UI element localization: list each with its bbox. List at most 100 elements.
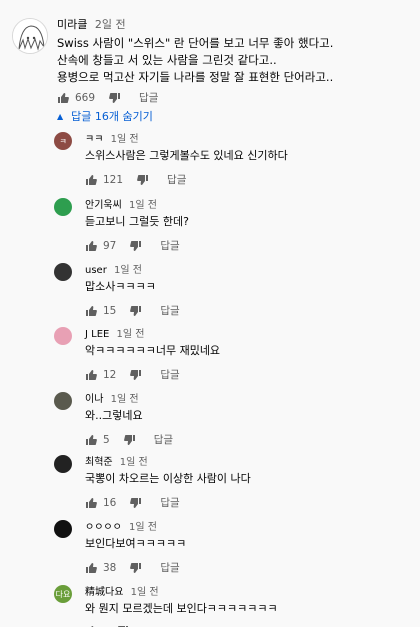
reply-header: ㅇㅇㅇㅇ 1일 전: [85, 518, 157, 533]
reply-actions: 121 답글: [85, 172, 186, 187]
like-count: 121: [103, 173, 124, 186]
reply-time[interactable]: 1일 전: [120, 457, 148, 468]
thumbs-up-icon[interactable]: [85, 497, 97, 509]
reply-time[interactable]: 1일 전: [114, 265, 142, 276]
reply-time[interactable]: 1일 전: [129, 200, 157, 211]
reply-header: user 1일 전: [85, 261, 142, 276]
like-count: 12: [103, 368, 117, 381]
thumbs-up-icon[interactable]: [85, 562, 97, 574]
reply-text: 듣고보니 그럴듯 한데?: [85, 215, 189, 228]
reply-header: J LEE 1일 전: [85, 325, 144, 340]
thumbs-down-icon[interactable]: [130, 562, 142, 574]
reply-avatar[interactable]: ㅋ: [54, 132, 72, 150]
thumbs-down-icon[interactable]: [137, 174, 149, 186]
comment-body: Swiss 사람이 "스위스" 란 단어를 보고 너무 좋아 했다고. 산속에 …: [57, 35, 333, 86]
thumbs-up-icon[interactable]: [85, 434, 97, 446]
reply-text: 국뽕이 차오르는 이상한 사람이 나다: [85, 472, 251, 485]
like-count: 5: [103, 433, 110, 446]
reply-header: 안기욱씨 1일 전: [85, 196, 157, 211]
reply-item: ㅋ ㅋㅋ 1일 전 스위스사람은 그렇게볼수도 있네요 신기하다 121 답글: [0, 128, 420, 194]
like-count: 16: [103, 496, 117, 509]
thumbs-up-icon[interactable]: [85, 174, 97, 186]
like-count: 669: [75, 91, 96, 104]
avatar-initials: 다요: [55, 589, 71, 599]
reply-button[interactable]: 답글: [160, 367, 179, 382]
thumbs-up-icon[interactable]: [85, 305, 97, 317]
reply-avatar[interactable]: [54, 327, 72, 345]
reply-time[interactable]: 1일 전: [131, 587, 159, 598]
caret-up-icon: ▲: [57, 111, 64, 121]
hide-replies-toggle[interactable]: ▲ 답글 16개 숨기기: [57, 108, 153, 124]
reply-item: ㅇㅇㅇㅇ 1일 전 보인다보여ㅋㅋㅋㅋㅋ 38 답글: [0, 516, 420, 582]
thumbs-up-icon[interactable]: [85, 240, 97, 252]
comment-header: 미라클 2일 전: [57, 16, 126, 32]
reply-actions: 97 답글: [85, 238, 180, 253]
reply-text: 보인다보여ㅋㅋㅋㅋㅋ: [85, 537, 187, 550]
reply-button[interactable]: 답글: [154, 432, 173, 447]
thumbs-down-icon[interactable]: [109, 92, 121, 104]
commenter-avatar[interactable]: [12, 18, 48, 54]
reply-button[interactable]: 답글: [160, 495, 179, 510]
reply-avatar[interactable]: [54, 520, 72, 538]
reply-text: 와 뭔지 모르겠는데 보인다ㅋㅋㅋㅋㅋㅋㅋ: [85, 602, 278, 615]
reply-header: 이나 1일 전: [85, 390, 139, 405]
comment-author[interactable]: 미라클: [57, 18, 87, 31]
hide-replies-label: 답글 16개 숨기기: [71, 110, 153, 123]
reply-author[interactable]: J LEE: [85, 329, 109, 340]
reply-item: 안기욱씨 1일 전 듣고보니 그럴듯 한데? 97 답글: [0, 194, 420, 260]
avatar-initials: ㅋ: [59, 136, 67, 146]
reply-button[interactable]: 답글: [139, 90, 158, 105]
reply-button[interactable]: 답글: [160, 303, 179, 318]
reply-author[interactable]: ㅋㅋ: [85, 134, 103, 145]
thumbs-down-icon[interactable]: [123, 434, 136, 446]
reply-author[interactable]: 이나: [85, 394, 103, 405]
reply-button[interactable]: 답글: [160, 560, 179, 575]
thumbs-down-icon[interactable]: [130, 369, 142, 381]
reply-text: 맙소사ㅋㅋㅋㅋ: [85, 280, 156, 293]
reply-avatar[interactable]: 다요: [54, 585, 72, 603]
thumbs-up-icon[interactable]: [85, 369, 97, 381]
reply-item: user 1일 전 맙소사ㅋㅋㅋㅋ 15 답글: [0, 259, 420, 325]
reply-item: 다요 精城다요 1일 전 와 뭔지 모르겠는데 보인다ㅋㅋㅋㅋㅋㅋㅋ: [0, 581, 420, 627]
reply-time[interactable]: 1일 전: [117, 329, 145, 340]
reply-text: 와..그렇네요: [85, 409, 143, 422]
reply-avatar[interactable]: [54, 198, 72, 216]
comment-actions: 669 답글: [57, 90, 158, 105]
reply-time[interactable]: 1일 전: [111, 394, 139, 405]
like-count: 38: [103, 561, 117, 574]
reply-text: 악ㅋㅋㅋㅋㅋㅋ너무 재밌네요: [85, 344, 221, 357]
thumbs-down-icon[interactable]: [130, 240, 142, 252]
reply-author[interactable]: ㅇㅇㅇㅇ: [85, 522, 122, 533]
reply-item: J LEE 1일 전 악ㅋㅋㅋㅋㅋㅋ너무 재밌네요 12 답글: [0, 323, 420, 389]
reply-actions: 16 답글: [85, 495, 180, 510]
reply-time[interactable]: 1일 전: [111, 134, 139, 145]
reply-item: 최혁준 1일 전 국뽕이 차오르는 이상한 사람이 나다 16 답글: [0, 451, 420, 517]
reply-button[interactable]: 답글: [167, 172, 186, 187]
like-count: 97: [103, 239, 117, 252]
reply-avatar[interactable]: [54, 392, 72, 410]
reply-actions: 12 답글: [85, 367, 180, 382]
reply-actions: 15 답글: [85, 303, 180, 318]
reply-avatar[interactable]: [54, 263, 72, 281]
reply-text: 스위스사람은 그렇게볼수도 있네요 신기하다: [85, 149, 288, 162]
reply-header: 精城다요 1일 전: [85, 583, 159, 598]
reply-author[interactable]: user: [85, 265, 107, 276]
comment-time[interactable]: 2일 전: [95, 18, 126, 31]
reply-actions: 5 답글: [85, 432, 173, 447]
comment-line: Swiss 사람이 "스위스" 란 단어를 보고 너무 좋아 했다고.: [57, 36, 334, 50]
thumbs-down-icon[interactable]: [130, 497, 142, 509]
comment-line: 산속에 창들고 서 있는 사람을 그린것 같다고..: [57, 53, 277, 67]
reply-author[interactable]: 안기욱씨: [85, 200, 122, 211]
anime-avatar-icon: [13, 19, 47, 53]
reply-avatar[interactable]: [54, 455, 72, 473]
thumbs-down-icon[interactable]: [130, 305, 142, 317]
reply-actions: 38 답글: [85, 560, 180, 575]
like-count: 15: [103, 304, 117, 317]
reply-header: 최혁준 1일 전: [85, 453, 148, 468]
thumbs-up-icon[interactable]: [57, 92, 69, 104]
reply-item: 이나 1일 전 와..그렇네요 5 답글: [0, 388, 420, 454]
reply-author[interactable]: 精城다요: [85, 587, 123, 598]
reply-button[interactable]: 답글: [160, 238, 179, 253]
reply-author[interactable]: 최혁준: [85, 457, 113, 468]
reply-time[interactable]: 1일 전: [129, 522, 157, 533]
